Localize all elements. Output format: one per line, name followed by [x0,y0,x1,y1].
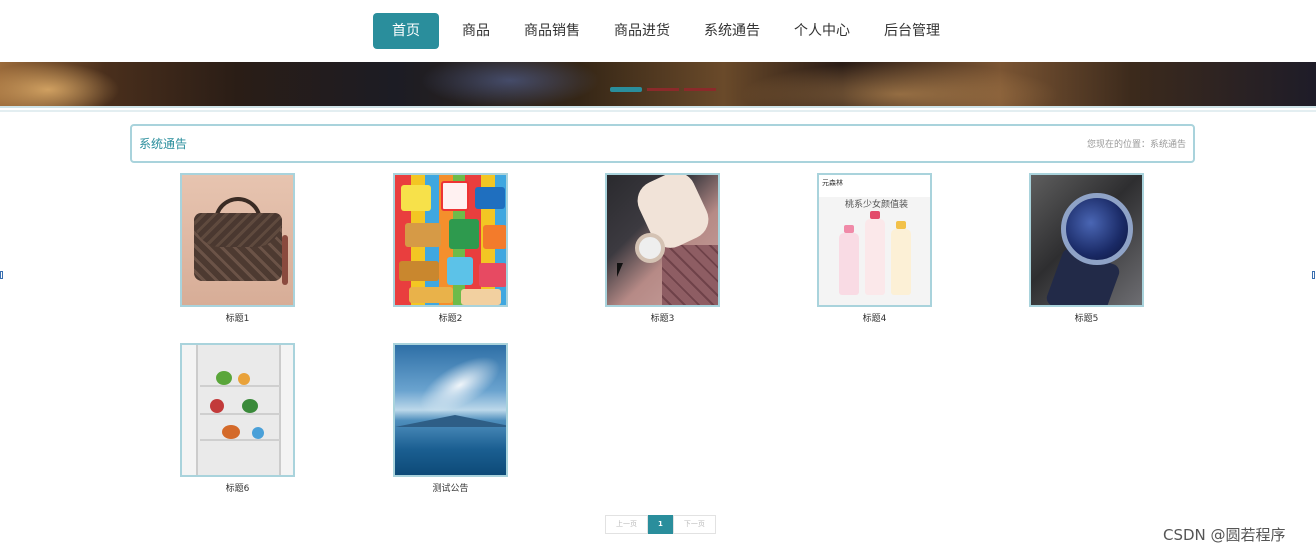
nav-menu: 首页 商品 商品销售 商品进货 系统通告 个人中心 后台管理 [373,13,957,49]
nav-item-notices[interactable]: 系统通告 [687,13,777,49]
notice-caption[interactable]: 标题6 [180,481,295,494]
nav-item-profile[interactable]: 个人中心 [777,13,867,49]
mouse-cursor-icon [617,263,623,277]
snack-pack [483,225,506,249]
nav-item-admin[interactable]: 后台管理 [867,13,957,49]
notice-caption[interactable]: 标题5 [1029,311,1144,324]
mountain [395,415,506,427]
carousel-indicators [610,87,716,92]
notice-image-sky-lake[interactable] [393,343,508,477]
notice-card[interactable]: 标题2 [393,173,508,324]
snack-pack [479,263,506,287]
notice-card[interactable]: 测试公告 [393,343,508,494]
snack-pack [475,187,505,209]
banner-image [0,62,120,108]
handbag-flap [194,213,282,247]
snack-pack [461,289,501,305]
banner-highlight [740,62,1060,108]
carousel-dot-3[interactable] [684,88,716,91]
fridge-shelf [200,439,280,441]
notice-card[interactable]: 标题3 [605,173,720,324]
resize-handle-left[interactable] [0,271,3,279]
resize-handle-right[interactable] [1312,271,1315,279]
food-item [210,399,224,413]
snack-pack [409,287,453,303]
notice-image-wristwatch[interactable] [605,173,720,307]
location-label: 您现在的位置： [1086,140,1150,150]
snack-pack [401,185,431,211]
next-page-button[interactable]: 下一页 [672,515,716,534]
fridge-door [182,345,198,475]
breadcrumb-location: 您现在的位置： 系统通告 [1087,137,1186,150]
snack-pack [441,181,469,211]
watermark: CSDN @圆若程序 [1163,526,1286,544]
handbag-strap [282,235,288,285]
banner-divider [0,106,1316,108]
brand-logo-text: 元森林 [822,179,843,187]
carousel-dot-1[interactable] [610,87,642,92]
prev-page-button[interactable]: 上一页 [605,515,648,534]
page-title: 系统通告 [139,137,188,151]
watch-face [1061,193,1133,265]
fridge-shelf [200,385,280,387]
banner-highlight [420,62,600,108]
bottle-cap [844,225,854,233]
fridge-door [279,345,293,475]
food-item [216,371,232,385]
food-item [252,427,264,439]
notice-card[interactable]: 元森林 桃系少女颜值装 标题4 [817,173,932,324]
notice-card[interactable]: 标题5 [1029,173,1144,324]
notice-card[interactable]: 标题1 [180,173,295,324]
watch [635,233,665,263]
notice-image-snacks[interactable] [393,173,508,307]
image-header: 元森林 [819,175,930,197]
notice-image-blue-watch[interactable] [1029,173,1144,307]
carousel-dot-2[interactable] [647,88,679,91]
food-item [222,425,240,439]
image-headline: 桃系少女颜值装 [844,200,908,210]
nav-item-products[interactable]: 商品 [445,13,507,49]
bottle [839,233,859,295]
fridge-shelf [200,413,280,415]
bottle-cap [896,221,906,229]
notice-caption[interactable]: 标题1 [180,311,295,324]
snack-pack [447,257,473,285]
bottle [865,219,885,295]
section-divider [0,110,1316,112]
bottle-cap [870,211,880,219]
notice-caption[interactable]: 标题3 [605,311,720,324]
pagination: 上一页 1 下一页 [605,515,716,534]
snack-pack [405,223,441,247]
notice-image-drinks[interactable]: 元森林 桃系少女颜值装 [817,173,932,307]
cloud [411,345,506,425]
notice-image-refrigerator[interactable] [180,343,295,477]
notice-caption[interactable]: 标题4 [817,311,932,324]
top-nav: 首页 商品 商品销售 商品进货 系统通告 个人中心 后台管理 [0,0,1316,62]
nav-item-sales[interactable]: 商品销售 [507,13,597,49]
food-item [242,399,258,413]
breadcrumb: 系统通告 您现在的位置： 系统通告 [130,124,1195,163]
nav-item-home[interactable]: 首页 [373,13,439,49]
bottle [891,229,911,295]
notice-card[interactable]: 标题6 [180,343,295,494]
snack-pack [399,261,439,281]
food-item [238,373,250,385]
nav-item-purchase[interactable]: 商品进货 [597,13,687,49]
banner-carousel[interactable] [0,62,1316,108]
location-value[interactable]: 系统通告 [1150,137,1186,150]
notice-image-handbag[interactable] [180,173,295,307]
notice-caption[interactable]: 标题2 [393,311,508,324]
notice-caption[interactable]: 测试公告 [393,481,508,494]
quilted-bag [662,245,718,305]
snack-pack [449,219,479,249]
page-1-button[interactable]: 1 [648,515,673,534]
